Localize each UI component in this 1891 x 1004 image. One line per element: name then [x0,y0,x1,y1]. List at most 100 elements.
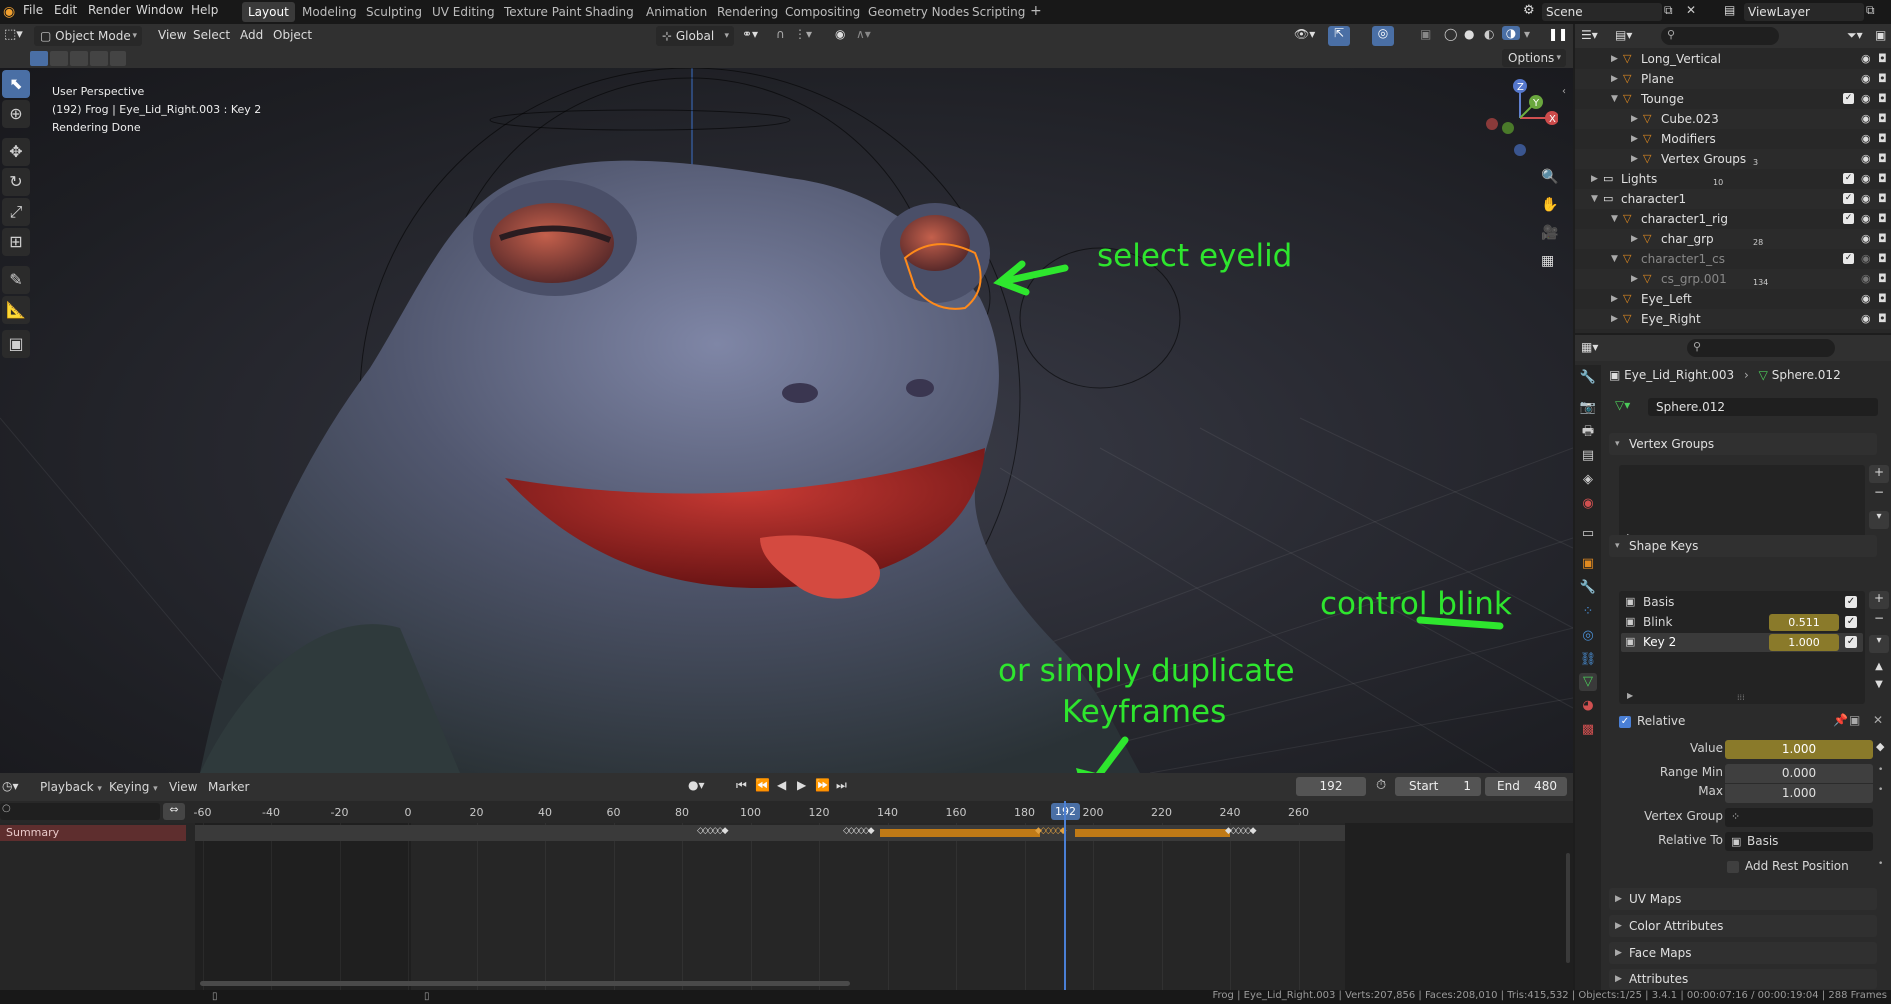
summary-channel[interactable]: Summary [0,825,186,841]
visibility-eye-icon[interactable]: ◉ [1861,269,1871,289]
menu-help[interactable]: Help [191,3,218,17]
visibility-icon[interactable]: 👁▾ [1294,27,1315,41]
overlay-toggle-icon[interactable]: ◎ [1372,26,1394,46]
tab-shading[interactable]: Shading [579,2,640,22]
render-camera-icon[interactable]: ◘ [1878,69,1887,89]
end-frame-field[interactable]: End 480 [1485,777,1567,796]
delete-scene-icon[interactable]: ✕ [1686,3,1696,17]
relative-checkbox[interactable]: ✓ [1619,716,1631,728]
proportional-edit-icon[interactable]: ◉ [835,27,845,41]
max-field[interactable]: 1.000 [1725,784,1873,803]
visibility-eye-icon[interactable]: ◉ [1861,149,1871,169]
outliner-editor-icon[interactable]: ☰▾ [1581,28,1598,42]
menu-marker[interactable]: Marker [208,780,249,794]
display-mode-icon[interactable]: ▤▾ [1615,28,1632,42]
visibility-eye-icon[interactable]: ◉ [1861,69,1871,89]
data-tab-icon[interactable]: ▽ [1579,673,1597,691]
particles-tab-icon[interactable]: ⁘ [1579,603,1597,621]
render-camera-icon[interactable]: ◘ [1878,269,1887,289]
render-camera-icon[interactable]: ◘ [1878,149,1887,169]
vertex-groups-list[interactable]: ▶ ⁞⁞⁞ [1619,465,1865,545]
render-tab-icon[interactable]: 📷 [1579,399,1597,417]
collection-exclude-checkbox[interactable]: ✓ [1843,213,1854,224]
world-tab-icon[interactable]: ◉ [1579,495,1597,513]
keyframe-diamond-icon[interactable]: ◆ [1876,740,1884,753]
list-expand-icon[interactable]: ▶ [1627,691,1633,700]
remove-shape-key-button[interactable]: − [1869,611,1889,629]
snap-icon[interactable]: ∩ [776,27,785,41]
jump-start-icon[interactable]: ⏮ [736,778,747,793]
shape-key-row-basis[interactable]: ▣ Basis ✓ [1621,593,1863,612]
mode-dropdown[interactable]: ▢ Object Mode ▾ [34,26,142,46]
select-intersect-icon[interactable] [110,51,126,66]
tab-texture-paint[interactable]: Texture Paint [498,2,587,22]
tab-uv-editing[interactable]: UV Editing [426,2,501,22]
shape-key-mute-checkbox[interactable]: ✓ [1845,616,1857,628]
add-rest-position-checkbox[interactable] [1727,861,1739,873]
properties-search-field[interactable]: ⚲ [1687,339,1835,357]
visibility-eye-icon[interactable]: ◉ [1861,129,1871,149]
outliner-row[interactable]: ▼ ▽ character1_cs ◉ ◘ ✓ [1575,249,1891,269]
expand-closed-icon[interactable]: ▶ [1611,289,1618,309]
tab-rendering[interactable]: Rendering [711,2,784,22]
attributes-panel-header[interactable]: ▶ Attributes [1609,969,1877,989]
visibility-eye-icon[interactable]: ◉ [1861,249,1871,269]
menu-select[interactable]: Select [193,28,230,42]
timeline-editor-icon[interactable]: ◷▾ [2,779,19,793]
list-resize-handle[interactable]: ⁞⁞⁞ [1737,693,1745,702]
object-tab-icon[interactable]: ▣ [1579,555,1597,573]
keyframes-cluster-2[interactable]: ◇◇◇◇◇◆ [843,826,875,836]
jump-end-icon[interactable]: ⏭ [836,778,847,793]
select-subtract-icon[interactable] [70,51,88,66]
solid-shading-icon[interactable]: ● [1464,27,1474,41]
visibility-eye-icon[interactable]: ◉ [1861,309,1871,329]
render-camera-icon[interactable]: ◘ [1878,289,1887,309]
outliner-row[interactable]: ▶ ▽ char_grp 28 ◉ ◘ [1575,229,1891,249]
play-reverse-icon[interactable]: ◀ [777,778,786,792]
add-workspace-icon[interactable]: + [1030,3,1042,19]
visibility-eye-icon[interactable]: ◉ [1861,189,1871,209]
editor-type-icon[interactable]: ⬚▾ [4,27,23,42]
outliner-search-field[interactable]: ⚲ [1661,27,1779,45]
keyframes-cluster-1[interactable]: ◇◇◇◇◇◆ [697,826,729,836]
pause-render-icon[interactable]: ❚❚ [1548,27,1568,41]
pin-icon[interactable]: 📌 [1833,713,1848,727]
render-camera-icon[interactable]: ◘ [1878,89,1887,109]
shape-key-mute-checkbox[interactable]: ✓ [1845,596,1857,608]
color-attributes-panel-header[interactable]: ▶ Color Attributes [1609,915,1877,937]
shape-key-specials-icon[interactable]: ▾ [1869,635,1889,653]
timeline-ruler[interactable]: ○ ⇔ -60 -40 -20 0 20 40 60 80 100 120 140 160 180 200… [0,801,1573,823]
scene-field[interactable]: Scene [1542,3,1662,21]
select-invert-icon[interactable] [90,51,108,66]
playhead-line[interactable] [1064,801,1066,990]
shape-key-value[interactable]: 1.000 [1769,634,1839,651]
xray-icon[interactable]: ▣ [1420,27,1431,41]
collection-exclude-checkbox[interactable]: ✓ [1843,193,1854,204]
transform-orientation-dropdown[interactable]: ⊹ Global ▾ [656,26,734,46]
shape-key-row-blink[interactable]: ▣ Blink 0.511 ✓ [1621,613,1863,632]
shape-keys-panel-header[interactable]: ▾ Shape Keys [1609,535,1877,557]
shape-key-value[interactable]: 0.511 [1769,614,1839,631]
new-view-layer-icon[interactable]: ⧉ [1866,3,1875,18]
tab-animation[interactable]: Animation [640,2,713,22]
add-shape-key-button[interactable]: + [1869,591,1889,609]
menu-window[interactable]: Window [136,3,183,17]
view-layer-field[interactable]: ViewLayer [1744,3,1864,21]
select-new-icon[interactable] [30,51,48,66]
vertex-group-specials-icon[interactable]: ▾ [1869,511,1889,529]
jump-next-keyframe-icon[interactable]: ⏩ [815,778,830,792]
move-shape-key-up-icon[interactable]: ▲ [1869,661,1889,679]
options-dropdown[interactable]: Options ▾ [1502,49,1566,67]
rendered-shading-icon[interactable]: ◑ [1502,26,1520,40]
expand-closed-icon[interactable]: ▶ [1591,169,1598,189]
scene-tab-icon[interactable]: ◈ [1579,471,1597,489]
pivot-icon[interactable]: ⚭▾ [742,27,758,41]
visibility-eye-icon[interactable]: ◉ [1861,89,1871,109]
keyframes-cluster-4[interactable]: ◆◇◇◇◇◆ [1225,826,1257,836]
clear-shape-keys-icon[interactable]: ✕ [1873,713,1883,727]
shape-key-row-key-2[interactable]: ▣ Key 2 1.000 ✓ [1621,633,1863,652]
outliner-row[interactable]: ▶ ▽ cs_grp.001 134 ◉ ◘ [1575,269,1891,289]
expand-closed-icon[interactable]: ▶ [1611,49,1618,69]
menu-keying[interactable]: Keying ▾ [109,780,158,794]
visibility-eye-icon[interactable]: ◉ [1861,109,1871,129]
